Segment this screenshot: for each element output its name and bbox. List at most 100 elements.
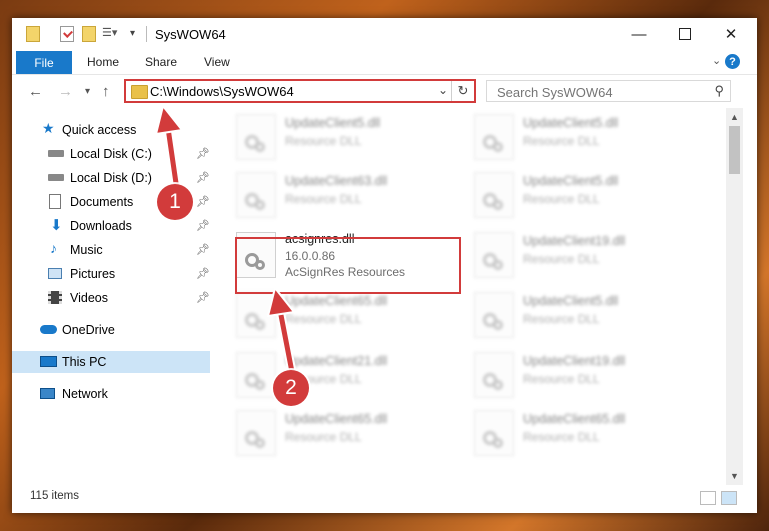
annotation-marker-2: 2 <box>273 370 309 406</box>
minimize-button[interactable]: — <box>616 18 662 50</box>
folder-icon <box>131 85 148 99</box>
file-name: UpdateClient63.dll <box>285 174 388 188</box>
nav-label: Music <box>70 243 103 257</box>
nav-this-pc[interactable]: This PC <box>12 351 210 373</box>
dll-file-icon <box>236 172 276 218</box>
navigation-pane: ★ Quick access Local Disk (C:) 📌︎ Local … <box>12 108 210 485</box>
tab-view[interactable]: View <box>204 55 230 69</box>
file-type: Resource DLL <box>285 192 362 206</box>
nav-label: Videos <box>70 291 108 305</box>
new-folder-icon[interactable] <box>82 26 96 42</box>
dll-file-icon <box>236 352 276 398</box>
file-item[interactable]: UpdateClient5.dll Resource DLL <box>449 110 669 164</box>
details-view-icon[interactable] <box>700 491 716 505</box>
search-icon[interactable]: ⚲ <box>714 83 724 99</box>
nav-onedrive[interactable]: OneDrive <box>12 319 210 341</box>
file-item[interactable]: UpdateClient65.dll Resource DLL <box>211 406 431 460</box>
network-icon <box>40 388 55 399</box>
window-title: SysWOW64 <box>155 27 226 42</box>
dll-file-icon <box>474 114 514 160</box>
nav-network[interactable]: Network <box>12 383 210 405</box>
dll-file-icon <box>236 292 276 338</box>
vertical-scrollbar[interactable]: ▲ ▼ <box>726 108 743 485</box>
dll-file-icon <box>474 232 514 278</box>
pin-icon[interactable]: 📌︎ <box>196 291 210 304</box>
properties-icon[interactable] <box>60 26 74 42</box>
file-name: UpdateClient65.dll <box>285 294 388 308</box>
up-arrow-icon[interactable]: ↑ <box>102 83 110 100</box>
dll-file-icon <box>474 292 514 338</box>
close-button[interactable]: ✕ <box>708 18 754 50</box>
nav-label: Network <box>62 387 108 401</box>
file-list: UpdateClient5.dll Resource DLL UpdateCli… <box>211 108 726 485</box>
file-item[interactable]: UpdateClient65.dll Resource DLL <box>211 288 431 342</box>
file-type: Resource DLL <box>523 134 600 148</box>
title-divider <box>146 26 147 42</box>
pin-icon[interactable]: 📌︎ <box>196 147 210 160</box>
dll-file-icon <box>474 352 514 398</box>
title-bar: ☰▾ ▾ SysWOW64 — ✕ <box>12 18 757 50</box>
pin-icon[interactable]: 📌︎ <box>196 171 210 184</box>
expand-ribbon-icon[interactable]: ⌄ <box>712 54 721 67</box>
dll-file-icon <box>236 410 276 456</box>
pictures-icon <box>48 268 62 279</box>
file-item[interactable]: UpdateClient19.dll Resource DLL <box>449 348 669 402</box>
address-bar[interactable]: C:\Windows\SysWOW64 ⌄ ↻ <box>124 79 476 103</box>
tab-file[interactable]: File <box>16 51 72 74</box>
view-options-icon[interactable]: ☰▾ <box>102 26 120 42</box>
dll-file-icon <box>236 114 276 160</box>
file-item[interactable]: UpdateClient19.dll Resource DLL <box>449 228 669 282</box>
file-item[interactable]: UpdateClient5.dll Resource DLL <box>449 168 669 222</box>
navigation-bar: ← → ▾ ↑ C:\Windows\SysWOW64 ⌄ ↻ ⚲ <box>12 75 757 107</box>
nav-videos[interactable]: Videos 📌︎ <box>12 287 210 309</box>
highlight-box <box>235 237 461 294</box>
help-icon[interactable]: ? <box>725 54 740 69</box>
file-item[interactable]: UpdateClient21.dll Resource DLL <box>211 348 431 402</box>
pin-icon[interactable]: 📌︎ <box>196 195 210 208</box>
nav-music[interactable]: ♪ Music 📌︎ <box>12 239 210 261</box>
music-note-icon: ♪ <box>50 240 57 256</box>
nav-local-disk-c[interactable]: Local Disk (C:) 📌︎ <box>12 143 210 165</box>
address-history-chevron-icon[interactable]: ⌄ <box>438 83 448 97</box>
film-strip-icon <box>48 291 62 304</box>
item-count: 115 items <box>30 490 80 502</box>
dll-file-icon <box>474 410 514 456</box>
file-name: UpdateClient5.dll <box>285 116 381 130</box>
search-input[interactable] <box>495 82 709 102</box>
folder-icon[interactable] <box>26 26 40 42</box>
forward-arrow-icon[interactable]: → <box>58 83 73 100</box>
scroll-down-icon[interactable]: ▼ <box>730 471 739 481</box>
recent-locations-chevron-icon[interactable]: ▾ <box>85 86 90 97</box>
drive-icon <box>48 174 64 181</box>
refresh-icon[interactable]: ↻ <box>451 81 474 101</box>
file-type: Resource DLL <box>523 192 600 206</box>
file-type: Resource DLL <box>523 430 600 444</box>
file-item[interactable]: UpdateClient63.dll Resource DLL <box>211 168 431 222</box>
search-box[interactable]: ⚲ <box>486 80 731 102</box>
maximize-button[interactable] <box>662 18 708 50</box>
file-item[interactable]: UpdateClient65.dll Resource DLL <box>449 406 669 460</box>
file-name: UpdateClient19.dll <box>523 234 626 248</box>
pin-icon[interactable]: 📌︎ <box>196 243 210 256</box>
file-type: Resource DLL <box>285 430 362 444</box>
file-type: Resource DLL <box>285 134 362 148</box>
customize-toolbar-icon[interactable]: ▾ <box>130 28 144 44</box>
nav-quick-access[interactable]: ★ Quick access <box>12 119 210 141</box>
back-arrow-icon[interactable]: ← <box>28 83 43 100</box>
tab-share[interactable]: Share <box>145 55 177 69</box>
nav-label: This PC <box>62 355 107 369</box>
file-name: UpdateClient5.dll <box>523 294 619 308</box>
status-bar: 115 items <box>12 485 757 513</box>
address-path[interactable]: C:\Windows\SysWOW64 <box>150 84 294 99</box>
scrollbar-thumb[interactable] <box>729 126 740 174</box>
file-item[interactable]: UpdateClient5.dll Resource DLL <box>211 110 431 164</box>
scroll-up-icon[interactable]: ▲ <box>730 112 739 122</box>
pin-icon[interactable]: 📌︎ <box>196 267 210 280</box>
ribbon-tabs: File Home Share View ⌄ ? <box>12 50 757 75</box>
nav-pictures[interactable]: Pictures 📌︎ <box>12 263 210 285</box>
file-name: UpdateClient21.dll <box>285 354 388 368</box>
file-item[interactable]: UpdateClient5.dll Resource DLL <box>449 288 669 342</box>
tab-home[interactable]: Home <box>87 55 119 69</box>
large-icons-view-icon[interactable] <box>721 491 737 505</box>
pin-icon[interactable]: 📌︎ <box>196 219 210 232</box>
